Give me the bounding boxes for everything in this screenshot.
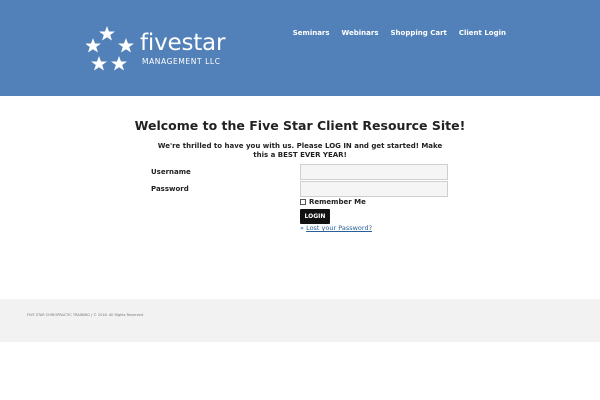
footer-separator: |	[90, 313, 93, 317]
nav-item-shopping-cart[interactable]: Shopping Cart	[385, 28, 453, 38]
lost-password: » Lost your Password?	[300, 224, 372, 232]
nav-item-seminars[interactable]: Seminars	[287, 28, 336, 38]
site-logo[interactable]: fivestar MANAGEMENT LLC	[86, 26, 226, 74]
site-header: fivestar MANAGEMENT LLC Seminars Webinar…	[0, 0, 600, 96]
site-footer: FIVE STAR CHIROPRACTIC TRAINING | © 2016…	[0, 299, 600, 342]
footer-copyright: © 2016. All Rights Reserved.	[93, 313, 145, 317]
logo-subtitle: MANAGEMENT LLC	[142, 57, 221, 66]
remember-me-label: Remember Me	[309, 198, 366, 206]
remember-me: Remember Me	[300, 198, 366, 206]
main-nav: Seminars Webinars Shopping Cart Client L…	[287, 28, 512, 38]
lost-password-link[interactable]: Lost your Password?	[306, 224, 372, 232]
stars-logo-icon	[86, 26, 134, 71]
username-input[interactable]	[300, 164, 448, 180]
footer-text: FIVE STAR CHIROPRACTIC TRAINING | © 2016…	[27, 313, 144, 318]
username-label: Username	[151, 168, 191, 176]
login-button[interactable]: LOGIN	[300, 209, 330, 224]
lost-password-bullet: »	[300, 224, 304, 232]
logo-wordmark: fivestar	[140, 30, 226, 56]
password-label: Password	[151, 185, 189, 193]
remember-me-checkbox[interactable]	[300, 199, 306, 205]
page-title: Welcome to the Five Star Client Resource…	[134, 118, 466, 133]
footer-company: FIVE STAR CHIROPRACTIC TRAINING	[27, 313, 90, 317]
nav-item-webinars[interactable]: Webinars	[336, 28, 385, 38]
nav-item-client-login[interactable]: Client Login	[453, 28, 512, 38]
password-input[interactable]	[300, 181, 448, 197]
intro-text: We're thrilled to have you with us. Plea…	[157, 142, 443, 159]
